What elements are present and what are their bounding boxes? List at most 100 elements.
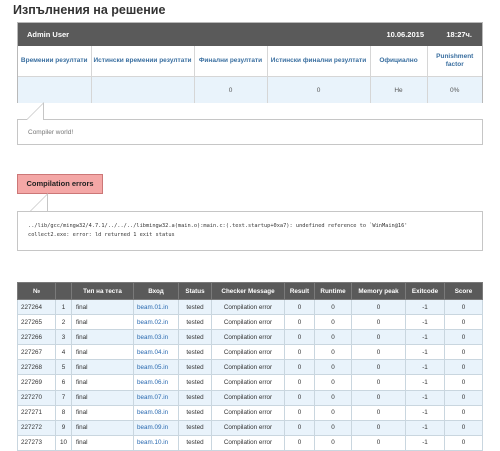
cell-score: 0 bbox=[444, 404, 483, 421]
compilation-errors-badge: Compilation errors bbox=[17, 174, 103, 194]
table-row: 227272 9 final beam.09.in tested Compilation … bbox=[17, 419, 483, 436]
cell-score: 0 bbox=[444, 359, 483, 376]
cell-id: 227267 bbox=[17, 344, 56, 361]
col-header-input[interactable]: Вход bbox=[133, 282, 179, 300]
table-row: 227270 7 final beam.07.in tested Compilation … bbox=[17, 389, 483, 406]
summary-value-row: 0 0 Не 0% bbox=[18, 76, 482, 103]
cell-input[interactable]: beam.05.in bbox=[133, 359, 179, 376]
cell-score: 0 bbox=[444, 389, 483, 406]
cell-exitcode: -1 bbox=[405, 389, 445, 406]
cell-result: 0 bbox=[284, 419, 315, 436]
col-header-memory-peak[interactable]: Memory peak bbox=[351, 282, 406, 300]
error-line: ../lib/gcc/mingw32/4.7.1/../../../libmin… bbox=[28, 223, 408, 229]
col-header-test-type[interactable]: Тип на теста bbox=[71, 282, 134, 300]
cell-exitcode: -1 bbox=[405, 374, 445, 391]
col-header-exitcode[interactable]: Exitcode bbox=[405, 282, 445, 300]
cell-input[interactable]: beam.03.in bbox=[133, 329, 179, 346]
cell-score: 0 bbox=[444, 298, 483, 316]
summary-value bbox=[91, 76, 195, 103]
cell-runtime: 0 bbox=[314, 389, 352, 406]
cell-runtime: 0 bbox=[314, 344, 352, 361]
cell-runtime: 0 bbox=[314, 374, 352, 391]
col-header-status[interactable]: Status bbox=[178, 282, 212, 300]
col-header-runtime[interactable]: Runtime bbox=[314, 282, 352, 300]
cell-input[interactable]: beam.01.in bbox=[133, 298, 179, 316]
cell-input[interactable]: beam.08.in bbox=[133, 404, 179, 421]
results-header-row: № Тип на теста Вход Status Checker Messa… bbox=[17, 282, 483, 300]
summary-value: Не bbox=[370, 76, 428, 103]
cell-id: 227266 bbox=[17, 329, 56, 346]
cell-num: 4 bbox=[55, 344, 72, 361]
summary-panel: Admin User 10.06.2015 18:27ч. Времении р… bbox=[17, 22, 483, 103]
cell-input[interactable]: beam.06.in bbox=[133, 374, 179, 391]
cell-memory-peak: 0 bbox=[351, 359, 406, 376]
summary-col-header: Истински времении резултати bbox=[91, 46, 195, 77]
submission-date: 10.06.2015 bbox=[386, 30, 424, 39]
cell-status: tested bbox=[178, 329, 212, 346]
cell-memory-peak: 0 bbox=[351, 404, 406, 421]
col-header-id[interactable]: № bbox=[17, 282, 56, 300]
cell-checker-message: Compilation error bbox=[211, 404, 285, 421]
cell-test-type: final bbox=[71, 389, 134, 406]
table-row: 227271 8 final beam.08.in tested Compilation … bbox=[17, 404, 483, 421]
summary-value: 0 bbox=[267, 76, 371, 103]
cell-status: tested bbox=[178, 374, 212, 391]
col-header-checker-message[interactable]: Checker Message bbox=[211, 282, 285, 300]
summary-header-row: Времении резултати Истински времении рез… bbox=[18, 46, 482, 77]
cell-status: tested bbox=[178, 314, 212, 331]
cell-test-type: final bbox=[71, 374, 134, 391]
cell-test-type: final bbox=[71, 404, 134, 421]
summary-col-header: Punishment factor bbox=[427, 46, 482, 77]
speech-arrow-fill bbox=[31, 195, 47, 211]
cell-checker-message: Compilation error bbox=[211, 419, 285, 436]
table-row: 227265 2 final beam.02.in tested Compilation … bbox=[17, 314, 483, 331]
cell-num: 9 bbox=[55, 419, 72, 436]
page-title: Изпълнения на решение bbox=[13, 3, 166, 17]
cell-input[interactable]: beam.07.in bbox=[133, 389, 179, 406]
summary-col-header: Истински финални резултати bbox=[267, 46, 371, 77]
cell-checker-message: Compilation error bbox=[211, 298, 285, 316]
cell-memory-peak: 0 bbox=[351, 314, 406, 331]
table-row: 227267 4 final beam.04.in tested Compilation … bbox=[17, 344, 483, 361]
cell-num: 6 bbox=[55, 374, 72, 391]
table-row: 227266 3 final beam.03.in tested Compilation … bbox=[17, 329, 483, 346]
cell-checker-message: Compilation error bbox=[211, 314, 285, 331]
cell-id: 227269 bbox=[17, 374, 56, 391]
cell-memory-peak: 0 bbox=[351, 374, 406, 391]
cell-input[interactable]: beam.09.in bbox=[133, 419, 179, 436]
table-row: 227264 1 final beam.01.in tested Compilation … bbox=[17, 298, 483, 316]
table-row: 227269 6 final beam.06.in tested Compilation … bbox=[17, 374, 483, 391]
cell-test-type: final bbox=[71, 329, 134, 346]
cell-exitcode: -1 bbox=[405, 359, 445, 376]
cell-result: 0 bbox=[284, 329, 315, 346]
cell-status: tested bbox=[178, 298, 212, 316]
cell-exitcode: -1 bbox=[405, 344, 445, 361]
summary-value: 0% bbox=[427, 76, 482, 103]
cell-score: 0 bbox=[444, 374, 483, 391]
cell-exitcode: -1 bbox=[405, 298, 445, 316]
cell-score: 0 bbox=[444, 314, 483, 331]
cell-id: 227268 bbox=[17, 359, 56, 376]
summary-header: Admin User 10.06.2015 18:27ч. bbox=[18, 23, 482, 46]
cell-memory-peak: 0 bbox=[351, 329, 406, 346]
user-name: Admin User bbox=[27, 30, 70, 39]
col-header-result[interactable]: Result bbox=[284, 282, 315, 300]
cell-test-type: final bbox=[71, 314, 134, 331]
summary-col-header: Финални резултати bbox=[194, 46, 268, 77]
cell-status: tested bbox=[178, 419, 212, 436]
compilation-errors-box: ../lib/gcc/mingw32/4.7.1/../../../libmin… bbox=[17, 211, 483, 251]
compiler-message: Compiler world! bbox=[28, 129, 74, 136]
cell-runtime: 0 bbox=[314, 359, 352, 376]
cell-input[interactable]: beam.02.in bbox=[133, 314, 179, 331]
summary-value: 0 bbox=[194, 76, 268, 103]
cell-test-type: final bbox=[71, 344, 134, 361]
cell-test-type: final bbox=[71, 419, 134, 436]
cell-result: 0 bbox=[284, 298, 315, 316]
cell-input[interactable]: beam.04.in bbox=[133, 344, 179, 361]
cell-runtime: 0 bbox=[314, 314, 352, 331]
col-header-score[interactable]: Score bbox=[444, 282, 483, 300]
cell-test-type: final bbox=[71, 298, 134, 316]
cell-score: 0 bbox=[444, 329, 483, 346]
table-row: 227268 5 final beam.05.in tested Compilation … bbox=[17, 359, 483, 376]
cell-checker-message: Compilation error bbox=[211, 329, 285, 346]
